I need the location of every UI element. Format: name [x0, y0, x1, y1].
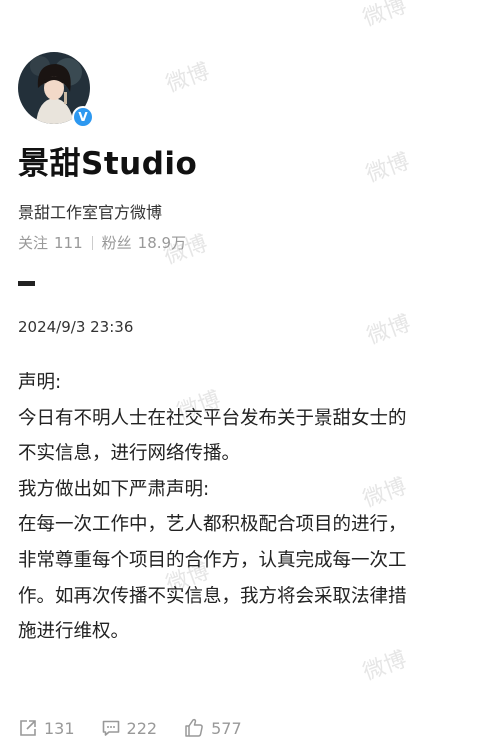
post-body: 声明: 今日有不明人士在社交平台发布关于景甜女士的 不实信息，进行网络传播。 我… — [18, 365, 478, 650]
like-count: 577 — [211, 718, 242, 738]
post-line: 施进行维权。 — [18, 621, 130, 643]
profile-bio: 景甜工作室官方微博 — [18, 203, 163, 222]
post-date: 2024/9/3 23:36 — [18, 318, 134, 336]
followers-count[interactable]: 18.9万 — [138, 232, 186, 253]
section-divider — [18, 281, 35, 286]
post-line: 今日有不明人士在社交平台发布关于景甜女士的 — [18, 407, 407, 429]
watermark: 微博 — [362, 149, 413, 188]
verified-icon: V — [72, 106, 94, 128]
post-line: 声明: — [18, 372, 62, 393]
profile-stats: 关注 111 粉丝 18.9万 — [18, 232, 186, 253]
action-bar: 131 222 577 — [18, 717, 268, 739]
repost-button[interactable]: 131 — [18, 718, 75, 738]
post-line: 非常尊重每个项目的合作方，认真完成每一次工 — [18, 549, 407, 571]
followers-label[interactable]: 粉丝 — [102, 232, 132, 253]
watermark: 微博 — [363, 311, 414, 350]
post-line: 作。如再次传播不实信息，我方将会采取法律措 — [18, 585, 407, 607]
watermark: 微博 — [359, 0, 410, 32]
profile-name[interactable]: 景甜Studio — [18, 138, 197, 183]
like-icon — [185, 718, 203, 737]
comment-count: 222 — [126, 718, 158, 738]
post-line: 不实信息，进行网络传播。 — [18, 443, 241, 465]
comment-button[interactable]: 222 — [101, 718, 158, 738]
comment-icon — [102, 720, 119, 736]
following-label[interactable]: 关注 — [18, 232, 48, 253]
like-button[interactable]: 577 — [183, 717, 242, 739]
repost-icon — [20, 720, 36, 736]
repost-count: 131 — [44, 718, 75, 738]
watermark: 微博 — [162, 59, 213, 98]
post-line: 在每一次工作中，艺人都积极配合项目的进行， — [18, 514, 407, 536]
stats-divider — [91, 235, 93, 250]
following-count[interactable]: 111 — [54, 234, 83, 252]
post-line: 我方做出如下严肃声明: — [18, 478, 210, 500]
